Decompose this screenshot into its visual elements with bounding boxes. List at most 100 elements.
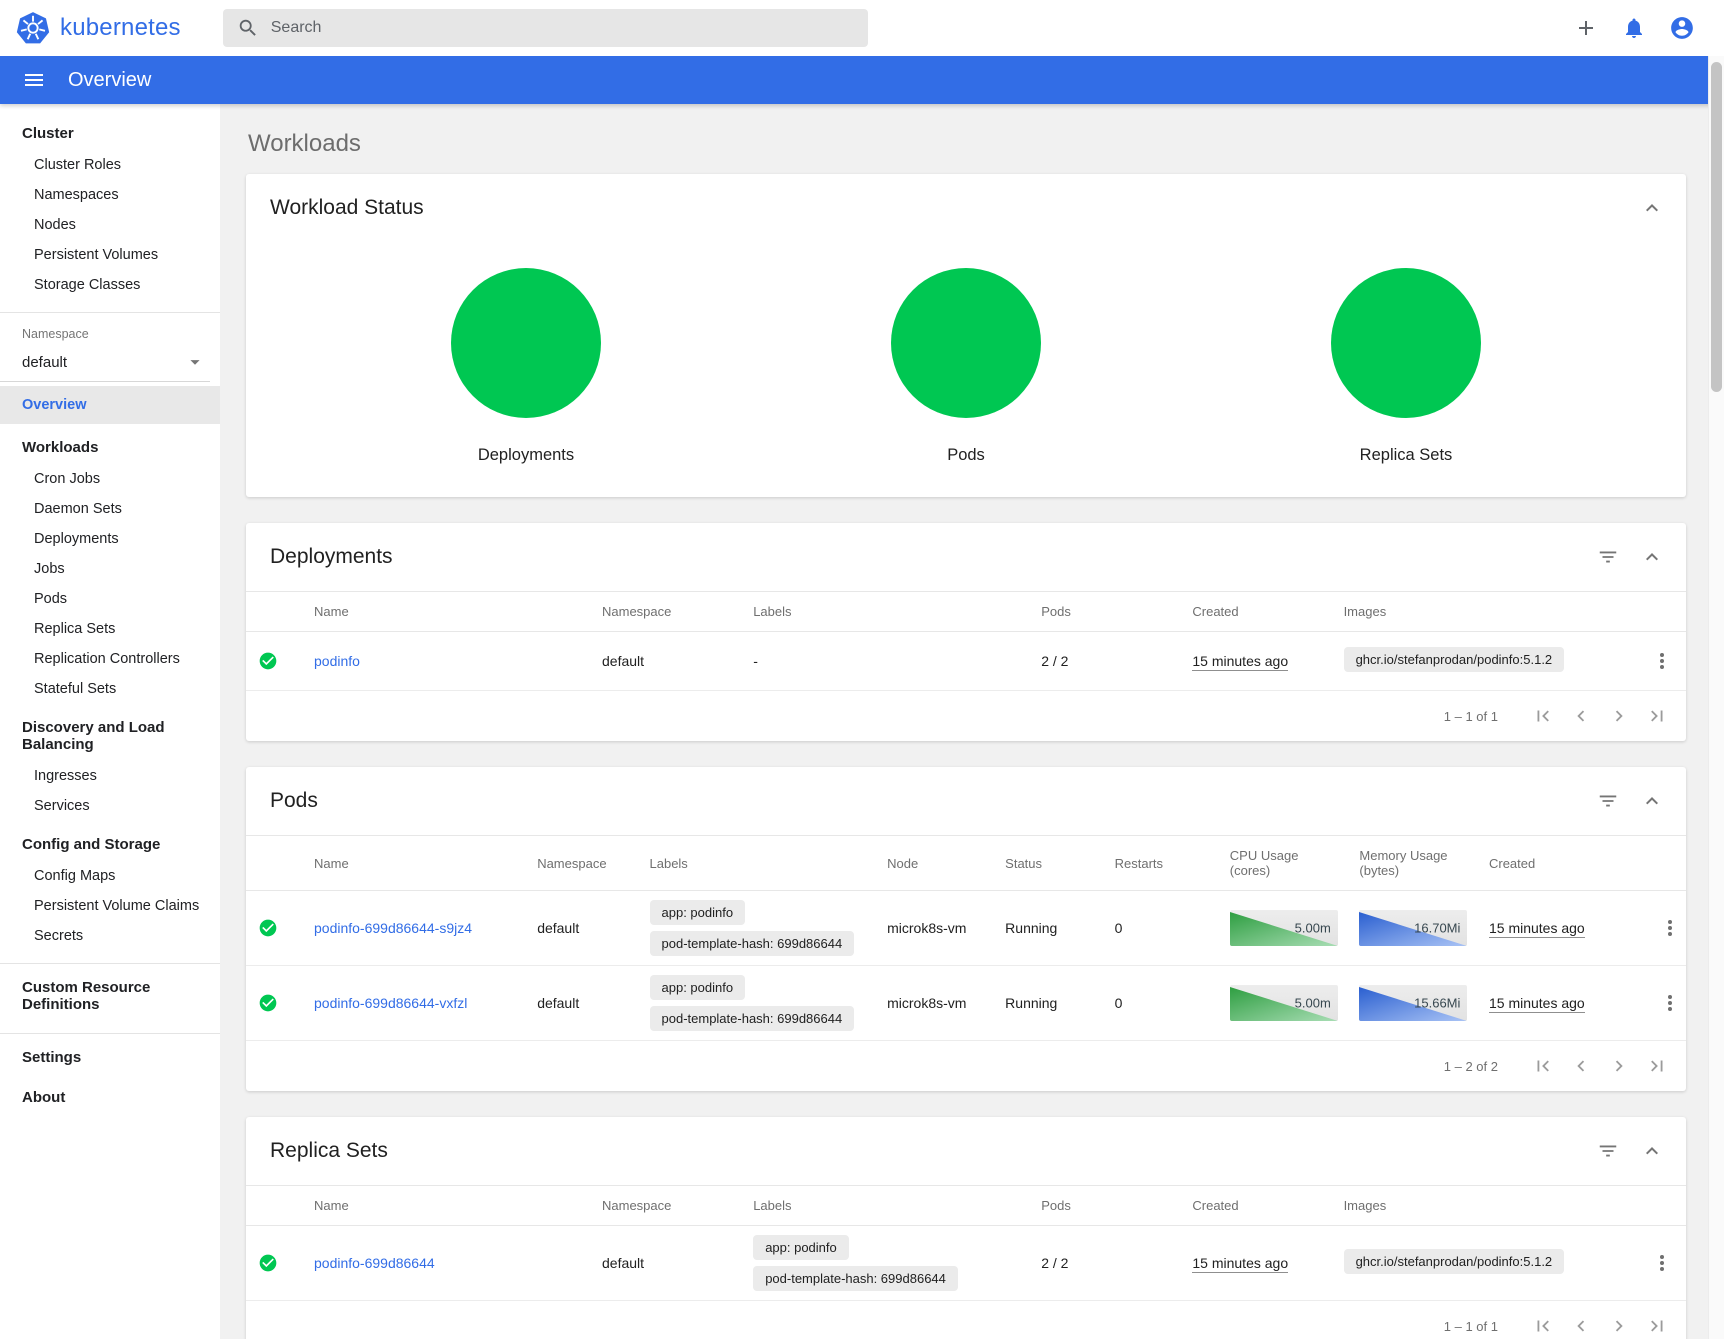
chevron-right-icon	[1608, 1315, 1630, 1337]
chevron-right-icon	[1608, 705, 1630, 727]
page-info: 1 – 2 of 2	[1444, 1059, 1498, 1074]
sidebar-item-persistent-volume-claims[interactable]: Persistent Volume Claims	[0, 891, 220, 921]
collapse-button[interactable]	[1632, 188, 1672, 228]
sidebar-item-services[interactable]: Services	[0, 791, 220, 821]
row-menu-button[interactable]	[1650, 983, 1686, 1023]
collapse-button[interactable]	[1632, 537, 1672, 577]
deployment-link[interactable]: podinfo	[314, 653, 360, 669]
sidebar-item-daemon-sets[interactable]: Daemon Sets	[0, 494, 220, 524]
sidebar-item-persistent-volumes[interactable]: Persistent Volumes	[0, 240, 220, 270]
scrollbar[interactable]	[1708, 56, 1724, 1339]
sidebar-item-jobs[interactable]: Jobs	[0, 554, 220, 584]
sidebar-item-pods[interactable]: Pods	[0, 584, 220, 614]
sidebar-item-replica-sets[interactable]: Replica Sets	[0, 614, 220, 644]
row-menu-button[interactable]	[1642, 641, 1682, 681]
collapse-icon	[1640, 1139, 1664, 1163]
sidebar-section-workloads[interactable]: Workloads	[0, 424, 220, 464]
last-page-icon	[1646, 1055, 1668, 1077]
label-chip: app: podinfo	[650, 900, 746, 925]
filter-button[interactable]	[1588, 781, 1628, 821]
search-bar[interactable]	[223, 9, 868, 47]
first-page-button[interactable]	[1524, 697, 1562, 735]
first-page-button[interactable]	[1524, 1047, 1562, 1085]
collapse-icon	[1640, 196, 1664, 220]
filter-icon	[1597, 546, 1619, 568]
replica-set-link[interactable]: podinfo-699d86644	[314, 1255, 435, 1271]
deployments-status-chart: Deployments	[451, 268, 601, 465]
search-input[interactable]	[271, 19, 854, 37]
sidebar-item-deployments[interactable]: Deployments	[0, 524, 220, 554]
next-page-button[interactable]	[1600, 1047, 1638, 1085]
previous-page-button[interactable]	[1562, 697, 1600, 735]
column-header-name: Name	[302, 592, 590, 632]
sidebar-section-discovery[interactable]: Discovery and Load Balancing	[0, 704, 220, 761]
paginator: 1 – 2 of 2	[246, 1041, 1686, 1091]
cell-labels: app: podinfo pod-template-hash: 699d8664…	[650, 900, 864, 956]
table-row: podinfo default - 2 / 2 15 minutes ago g…	[246, 632, 1686, 691]
sidebar-item-config-maps[interactable]: Config Maps	[0, 861, 220, 891]
last-page-button[interactable]	[1638, 1307, 1676, 1339]
filter-button[interactable]	[1588, 1131, 1628, 1171]
sidebar-item-namespaces[interactable]: Namespaces	[0, 180, 220, 210]
row-menu-button[interactable]	[1642, 1243, 1682, 1283]
workload-status-charts: Deployments Pods Replica Sets	[246, 242, 1686, 497]
user-menu-button[interactable]	[1662, 8, 1702, 48]
label-chip: pod-template-hash: 699d86644	[650, 1006, 855, 1031]
account-icon	[1669, 15, 1695, 41]
memory-value: 16.70Mi	[1414, 921, 1460, 936]
collapse-button[interactable]	[1632, 781, 1672, 821]
previous-page-button[interactable]	[1562, 1307, 1600, 1339]
bell-icon	[1622, 16, 1646, 40]
sidebar-item-cron-jobs[interactable]: Cron Jobs	[0, 464, 220, 494]
sidebar-item-replication-controllers[interactable]: Replication Controllers	[0, 644, 220, 674]
next-page-button[interactable]	[1600, 697, 1638, 735]
sidebar-item-about[interactable]: About	[0, 1074, 220, 1114]
sidebar-item-ingresses[interactable]: Ingresses	[0, 761, 220, 791]
sidebar-item-secrets[interactable]: Secrets	[0, 921, 220, 951]
kebab-icon	[1668, 1001, 1672, 1005]
sidebar-item-nodes[interactable]: Nodes	[0, 210, 220, 240]
previous-page-button[interactable]	[1562, 1047, 1600, 1085]
menu-button[interactable]	[14, 60, 54, 100]
collapse-icon	[1640, 545, 1664, 569]
pod-link[interactable]: podinfo-699d86644-vxfzl	[314, 995, 467, 1011]
sidebar-item-overview[interactable]: Overview	[0, 386, 220, 424]
namespace-label: Namespace	[0, 313, 220, 345]
table-row: podinfo-699d86644-s9jz4 default app: pod…	[246, 891, 1686, 966]
next-page-button[interactable]	[1600, 1307, 1638, 1339]
deployments-table: Name Namespace Labels Pods Created Image…	[246, 591, 1686, 691]
label-chip: app: podinfo	[753, 1235, 849, 1260]
collapse-button[interactable]	[1632, 1131, 1672, 1171]
column-header-namespace: Namespace	[590, 592, 741, 632]
sidebar-item-custom-resource-definitions[interactable]: Custom Resource Definitions	[0, 964, 220, 1021]
card-header: Workload Status	[246, 174, 1686, 242]
sidebar-section-config-storage[interactable]: Config and Storage	[0, 821, 220, 861]
sidebar-item-cluster-roles[interactable]: Cluster Roles	[0, 150, 220, 180]
last-page-button[interactable]	[1638, 697, 1676, 735]
create-resource-button[interactable]	[1566, 8, 1606, 48]
sidebar-item-stateful-sets[interactable]: Stateful Sets	[0, 674, 220, 704]
sidebar-item-settings[interactable]: Settings	[0, 1034, 220, 1074]
namespace-select[interactable]: default	[0, 345, 210, 382]
first-page-icon	[1532, 1315, 1554, 1337]
header-actions	[1566, 8, 1708, 48]
sidebar-section-cluster[interactable]: Cluster	[0, 110, 220, 150]
cell-created: 15 minutes ago	[1192, 1255, 1288, 1273]
notifications-button[interactable]	[1614, 8, 1654, 48]
scrollbar-thumb[interactable]	[1711, 62, 1722, 392]
pod-link[interactable]: podinfo-699d86644-s9jz4	[314, 920, 472, 936]
table-row: podinfo-699d86644-vxfzl default app: pod…	[246, 966, 1686, 1041]
first-page-button[interactable]	[1524, 1307, 1562, 1339]
brand[interactable]: kubernetes	[16, 11, 181, 45]
page-title: Overview	[68, 69, 151, 92]
card-header: Pods	[246, 767, 1686, 835]
first-page-icon	[1532, 1055, 1554, 1077]
filter-button[interactable]	[1588, 537, 1628, 577]
row-menu-button[interactable]	[1650, 908, 1686, 948]
dropdown-arrow-icon	[184, 351, 206, 373]
column-header-memory: Memory Usage (bytes)	[1347, 836, 1477, 891]
last-page-button[interactable]	[1638, 1047, 1676, 1085]
sidebar-item-storage-classes[interactable]: Storage Classes	[0, 270, 220, 300]
pods-donut	[891, 268, 1041, 418]
cell-status: Running	[993, 966, 1102, 1041]
